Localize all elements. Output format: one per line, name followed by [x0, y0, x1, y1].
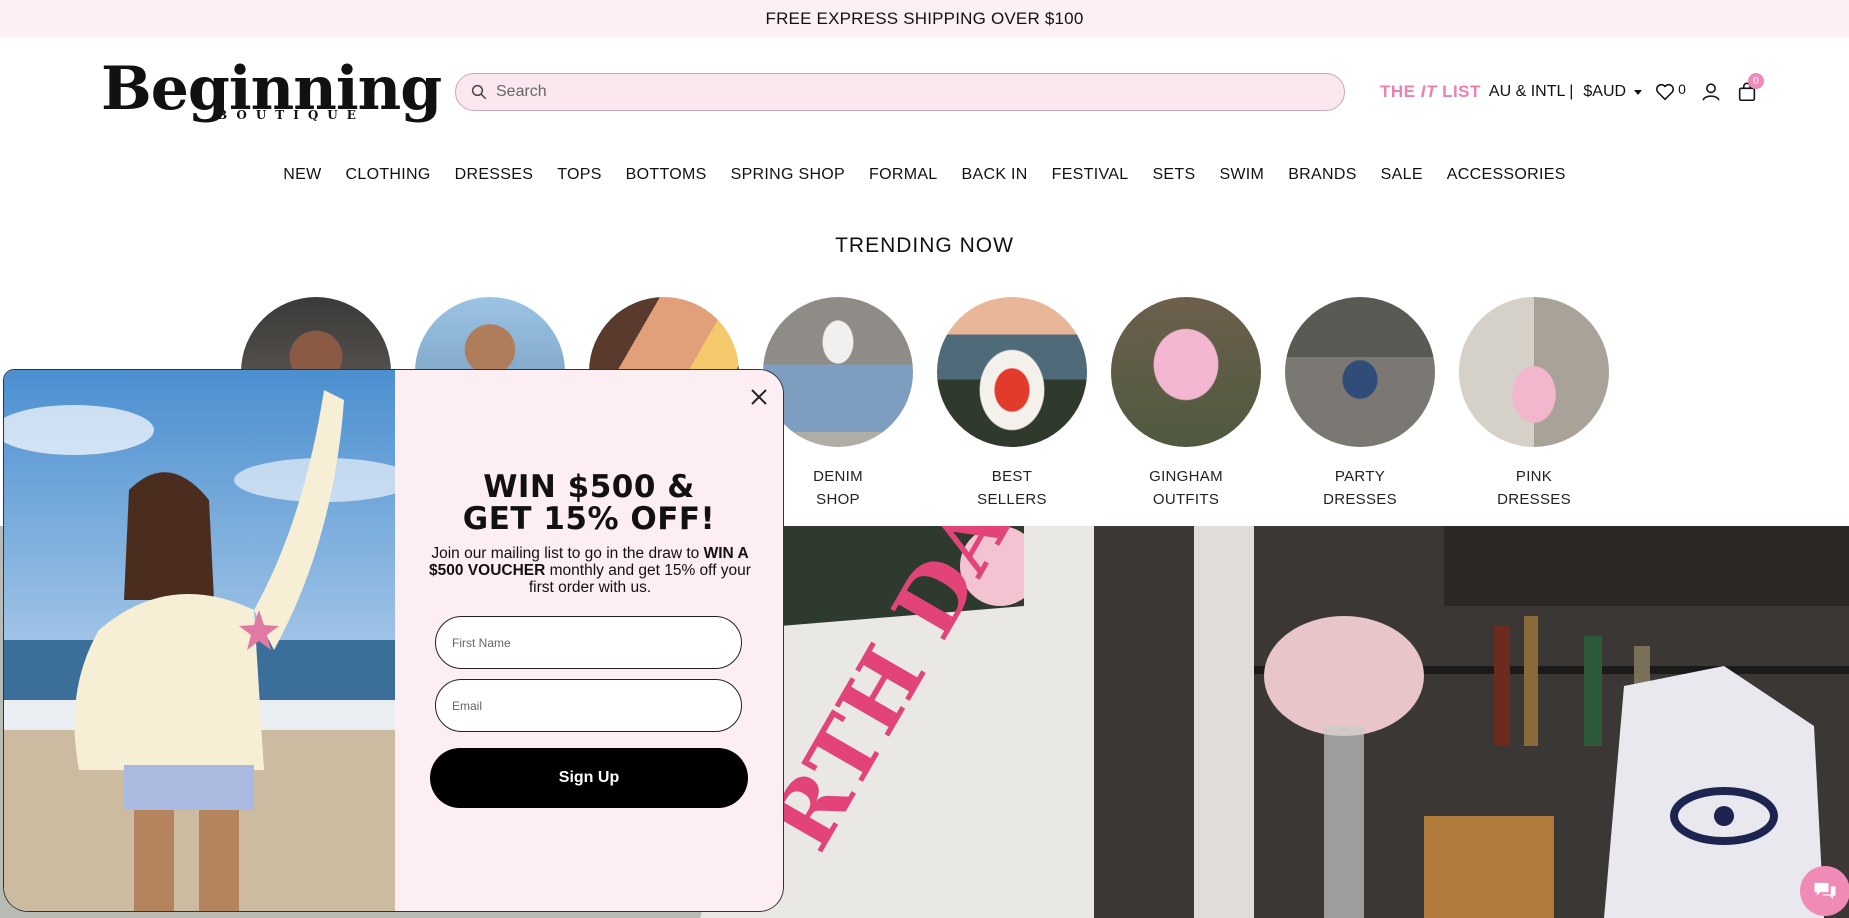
- currency-selector[interactable]: $AUD: [1583, 83, 1643, 101]
- site-logo[interactable]: Beginning BOUTIQUE: [101, 58, 442, 128]
- nav-item-accessories[interactable]: ACCESSORIES: [1447, 166, 1566, 184]
- region-selector[interactable]: AU & INTL |: [1489, 83, 1573, 101]
- heart-icon: [1656, 83, 1675, 101]
- it-list-link[interactable]: THE IT LIST: [1380, 82, 1481, 102]
- logo-subtext: BOUTIQUE: [217, 108, 365, 122]
- it-list-italic: IT: [1420, 82, 1437, 101]
- announcement-bar: FREE EXPRESS SHIPPING OVER $100: [0, 0, 1849, 37]
- nav-item-spring-shop[interactable]: SPRING SHOP: [731, 166, 845, 184]
- trending-title: TRENDING NOW: [835, 234, 1014, 257]
- search-icon: [471, 84, 487, 100]
- trending-label-line2: SHOP: [816, 491, 860, 508]
- first-name-field[interactable]: [435, 616, 742, 669]
- nav-item-new[interactable]: NEW: [283, 166, 321, 184]
- email-field[interactable]: [435, 679, 742, 732]
- user-icon: [1702, 83, 1720, 101]
- trending-label-line2: DRESSES: [1497, 491, 1571, 508]
- chat-launcher-button[interactable]: [1800, 866, 1849, 916]
- account-button[interactable]: [1700, 81, 1722, 103]
- trending-label-line1: BEST: [991, 468, 1033, 485]
- nav-item-dresses[interactable]: DRESSES: [455, 166, 534, 184]
- nav-item-brands[interactable]: BRANDS: [1288, 166, 1356, 184]
- it-list-suffix: LIST: [1436, 82, 1481, 101]
- hero-image-bar[interactable]: [1024, 526, 1849, 918]
- nav-item-swim[interactable]: SWIM: [1219, 166, 1264, 184]
- newsletter-popup: WIN $500 & GET 15% OFF! Join our mailing…: [4, 370, 783, 911]
- trending-item[interactable]: PARTY DRESSES: [1285, 297, 1435, 511]
- trending-image: [1285, 297, 1435, 447]
- trending-label-line1: PARTY: [1334, 468, 1386, 485]
- trending-item[interactable]: DENIM SHOP: [763, 297, 913, 511]
- trending-label-line2: SELLERS: [977, 491, 1047, 508]
- nav-item-back-in[interactable]: BACK IN: [962, 166, 1028, 184]
- search-input[interactable]: [496, 83, 1296, 101]
- search-bar[interactable]: [455, 73, 1345, 111]
- popup-description-tail: monthly and get 15% off your first order…: [528, 562, 751, 596]
- popup-description: Join our mailing list to go in the draw …: [425, 545, 755, 596]
- popup-model-photo: [4, 370, 414, 911]
- trending-label-line2: OUTFITS: [1152, 491, 1220, 508]
- popup-headline-line2: GET 15% OFF!: [462, 501, 716, 537]
- close-icon[interactable]: [746, 384, 772, 410]
- popup-form-panel: WIN $500 & GET 15% OFF! Join our mailing…: [395, 370, 783, 911]
- it-list-prefix: THE: [1380, 82, 1421, 101]
- trending-label-line2: DRESSES: [1323, 491, 1397, 508]
- nav-item-tops[interactable]: TOPS: [557, 166, 601, 184]
- cart-button[interactable]: 0: [1736, 73, 1764, 103]
- nav-item-clothing[interactable]: CLOTHING: [346, 166, 431, 184]
- trending-item[interactable]: PINK DRESSES: [1459, 297, 1609, 511]
- nav-item-bottoms[interactable]: BOTTOMS: [626, 166, 707, 184]
- header-utilities: THE IT LIST AU & INTL | $AUD 0 0: [1380, 73, 1772, 106]
- nav-item-sale[interactable]: SALE: [1381, 166, 1423, 184]
- chat-bubble-icon: [1814, 882, 1836, 900]
- trending-image: [763, 297, 913, 447]
- cart-count-badge: 0: [1747, 73, 1764, 89]
- nav-item-sets[interactable]: SETS: [1152, 166, 1195, 184]
- popup-headline: WIN $500 & GET 15% OFF!: [395, 471, 783, 535]
- nav-item-formal[interactable]: FORMAL: [869, 166, 937, 184]
- wishlist-count: 0: [1678, 81, 1686, 97]
- popup-description-lead: Join our mailing list to go in the draw …: [431, 545, 700, 562]
- bar-scene-graphic: [1024, 526, 1849, 918]
- trending-image: [937, 297, 1087, 447]
- popup-headline-line1: WIN $500 &: [483, 469, 695, 505]
- trending-item[interactable]: GINGHAM OUTFITS: [1111, 297, 1261, 511]
- trending-label-line1: DENIM: [813, 468, 863, 485]
- trending-label-line1: GINGHAM: [1149, 468, 1223, 485]
- trending-label-line1: PINK: [1515, 468, 1553, 485]
- trending-image: [1459, 297, 1609, 447]
- signup-button[interactable]: Sign Up: [430, 748, 748, 808]
- trending-image: [1111, 297, 1261, 447]
- main-nav: NEW CLOTHING DRESSES TOPS BOTTOMS SPRING…: [0, 166, 1849, 184]
- wishlist-button[interactable]: 0: [1654, 81, 1686, 103]
- chevron-down-icon: [1634, 89, 1643, 95]
- currency-label: $AUD: [1583, 83, 1627, 100]
- announcement-text: FREE EXPRESS SHIPPING OVER $100: [765, 8, 1084, 28]
- trending-item[interactable]: BEST SELLERS: [937, 297, 1087, 511]
- nav-item-festival[interactable]: FESTIVAL: [1052, 166, 1129, 184]
